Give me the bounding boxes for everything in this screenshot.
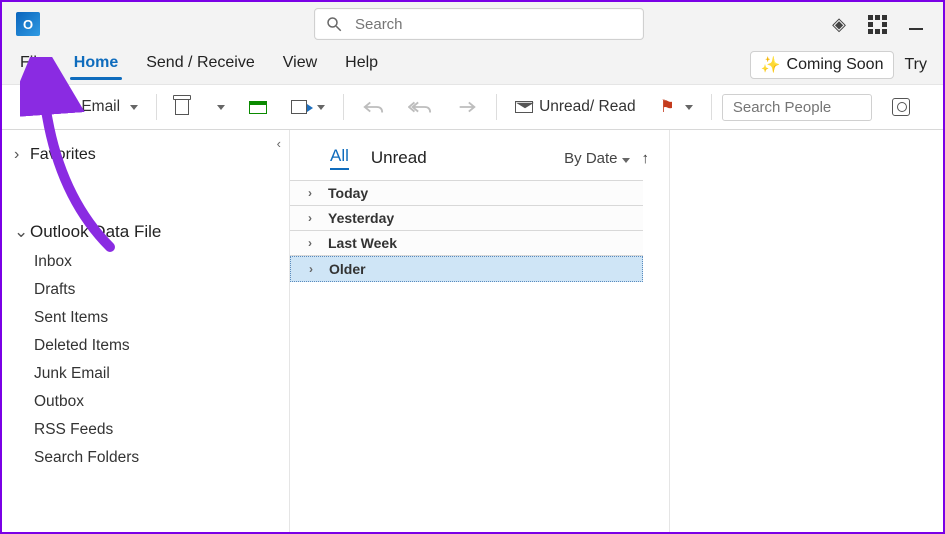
wand-icon: ✨ [761, 55, 781, 75]
move-to-folder-icon [291, 100, 307, 114]
trash-icon [175, 99, 189, 115]
group-older[interactable]: › Older [290, 256, 643, 282]
ribbon-toolbar: New Email Unread/ Read ⚑ [2, 84, 943, 130]
folder-junk-email[interactable]: Junk Email [2, 360, 289, 388]
delete-button[interactable] [167, 95, 197, 119]
premium-diamond-icon[interactable]: ◈ [832, 14, 846, 35]
folder-inbox[interactable]: Inbox [2, 248, 289, 276]
new-email-button[interactable]: New Email [12, 94, 146, 120]
global-search-box[interactable] [314, 8, 644, 40]
new-email-label: New Email [46, 98, 120, 116]
tab-file[interactable]: File [18, 50, 48, 80]
sort-by-date[interactable]: By Date [564, 150, 629, 167]
unread-read-label: Unread/ Read [539, 98, 636, 116]
message-list-pane: All Unread By Date ↑ › Today › Yesterday… [290, 130, 670, 532]
search-people-input[interactable] [722, 94, 872, 121]
favorites-section[interactable]: › Favorites [2, 140, 289, 170]
sort-direction-toggle[interactable]: ↑ [642, 150, 650, 167]
folder-sent-items[interactable]: Sent Items [2, 304, 289, 332]
qr-icon[interactable] [868, 15, 887, 34]
separator [496, 94, 497, 120]
message-filter-row: All Unread By Date ↑ [290, 140, 669, 180]
folder-drafts[interactable]: Drafts [2, 276, 289, 304]
data-file-label: Outlook Data File [30, 222, 161, 242]
separator [711, 94, 712, 120]
chevron-right-icon: › [308, 211, 318, 225]
group-label: Yesterday [328, 210, 394, 226]
reply-button[interactable] [354, 94, 392, 120]
try-button[interactable]: Try [904, 56, 927, 74]
new-email-icon [20, 100, 40, 114]
separator [156, 94, 157, 120]
folder-deleted-items[interactable]: Deleted Items [2, 332, 289, 360]
folder-rss-feeds[interactable]: RSS Feeds [2, 416, 289, 444]
group-label: Today [328, 185, 368, 201]
chevron-right-icon: › [308, 236, 318, 250]
tab-view[interactable]: View [281, 50, 319, 80]
filter-unread[interactable]: Unread [371, 148, 427, 168]
chevron-right-icon: › [308, 186, 318, 200]
move-button[interactable] [283, 96, 333, 118]
chevron-down-icon: ⌄ [14, 222, 26, 242]
reading-pane [670, 130, 943, 532]
address-book-icon [892, 98, 910, 116]
address-book-button[interactable] [884, 94, 918, 120]
group-yesterday[interactable]: › Yesterday [290, 206, 643, 231]
chevron-right-icon: › [14, 146, 26, 164]
separator [343, 94, 344, 120]
group-label: Older [329, 261, 366, 277]
unread-read-button[interactable]: Unread/ Read [507, 94, 644, 120]
data-file-section[interactable]: ⌄ Outlook Data File [2, 216, 289, 248]
tab-send-receive[interactable]: Send / Receive [144, 50, 257, 80]
tab-home[interactable]: Home [72, 50, 120, 80]
coming-soon-label: Coming Soon [787, 56, 884, 74]
global-search-input[interactable] [353, 15, 633, 34]
group-label: Last Week [328, 235, 397, 251]
search-icon [325, 15, 343, 33]
archive-button[interactable] [241, 97, 275, 118]
flag-icon: ⚑ [660, 97, 675, 117]
filter-all[interactable]: All [330, 146, 349, 170]
title-bar: O ◈ [2, 2, 943, 46]
envelope-icon [515, 101, 533, 113]
group-today[interactable]: › Today [290, 180, 643, 206]
folder-search-folders[interactable]: Search Folders [2, 444, 289, 472]
flag-button[interactable]: ⚑ [652, 93, 701, 121]
delete-dropdown[interactable] [205, 101, 233, 114]
folder-pane: ‹ › Favorites ⌄ Outlook Data File Inbox … [2, 130, 290, 532]
ribbon-tabs: File Home Send / Receive View Help ✨ Com… [2, 46, 943, 84]
forward-button[interactable] [448, 94, 486, 120]
collapse-folder-pane[interactable]: ‹ [277, 136, 281, 151]
outlook-app-icon: O [16, 12, 40, 36]
chevron-right-icon: › [309, 262, 319, 276]
group-last-week[interactable]: › Last Week [290, 231, 643, 256]
archive-icon [249, 101, 267, 114]
reply-all-button[interactable] [400, 94, 440, 120]
content-area: ‹ › Favorites ⌄ Outlook Data File Inbox … [2, 130, 943, 532]
coming-soon-button[interactable]: ✨ Coming Soon [750, 51, 895, 79]
tab-help[interactable]: Help [343, 50, 380, 80]
folder-outbox[interactable]: Outbox [2, 388, 289, 416]
minimize-button[interactable] [909, 28, 923, 30]
favorites-label: Favorites [30, 146, 96, 164]
